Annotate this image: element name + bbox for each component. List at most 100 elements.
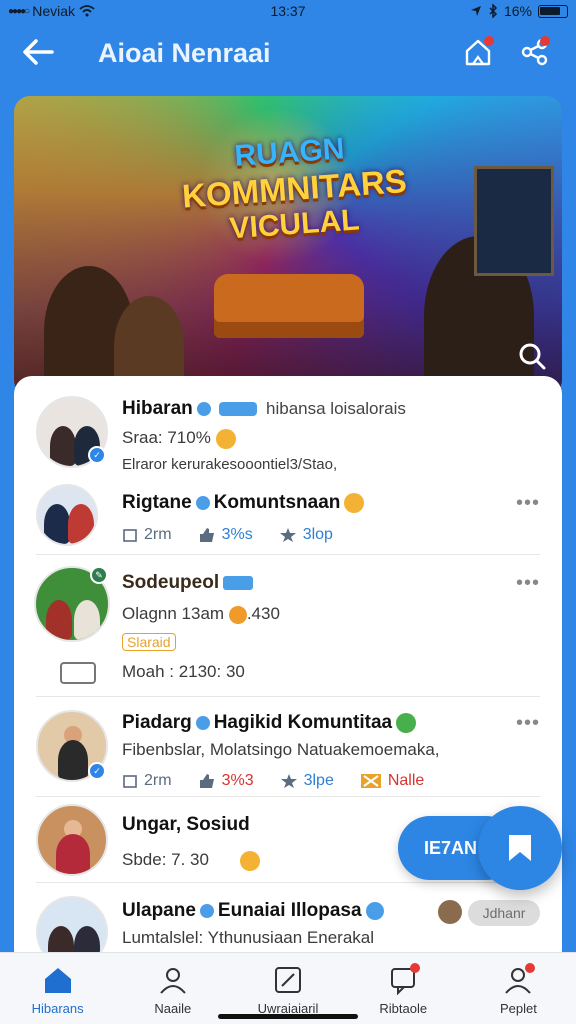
tab-label: Hibarans [31,1001,84,1016]
likes-meta[interactable]: 3%s [198,526,253,544]
tv-icon [60,662,96,684]
item-line-text: Sbde: 7. 30 [122,850,209,869]
clock-icon [123,529,137,542]
tab-profile[interactable]: Naaile [115,953,230,1024]
label-chip-icon [223,575,254,590]
item-title-extra: hibansa loisalorais [266,399,406,418]
notifications-button[interactable] [460,34,496,70]
time-value: 2rm [144,526,172,543]
avatar-figure [68,504,94,544]
tab-home[interactable]: Hibarans [0,953,115,1024]
share-dot [540,36,550,46]
item-title-text: Sodeupeol [122,572,220,593]
verified-icon [195,495,210,510]
more-options-button[interactable]: ••• [516,492,540,515]
notification-dot [484,36,494,46]
banner-sofa [214,274,364,338]
join-button[interactable]: Jdhanr [468,900,540,926]
info-icon [365,901,384,920]
item-schedule: Moah : 2130: 30 [122,662,245,681]
bookmark-fab-button[interactable] [478,806,562,890]
time-meta: 2rm [122,772,172,790]
item-title-text: Ulapane [122,900,196,921]
bookmark-icon [509,835,531,861]
time-value: 2rm [144,772,172,789]
smile-emoji-icon [215,428,236,449]
stars-meta[interactable]: 3lpe [280,772,334,790]
account-icon [501,963,536,997]
list-item[interactable]: Ulapane Eunaiai Illopasa Jdhanr Lumtalsle… [14,892,562,956]
flag-meta[interactable]: Nalle [360,772,424,790]
avatar-figure [74,600,100,640]
list-item[interactable]: ✓ Piadarg Hagikid Komuntitaa ••• Fibenbsl… [14,706,562,810]
verified-badge-icon: ✓ [88,446,106,464]
wifi-icon [79,5,95,17]
divider [36,796,540,797]
avatar-figure [58,740,88,780]
tab-label: Naaile [154,1001,192,1016]
list-item[interactable]: ✎ Sodeupeol ••• Olagnn 13am .430 Slaraid… [14,564,562,698]
signal-icon: ●●●●○ [8,5,30,17]
stars-value: 3lop [302,526,333,543]
person-icon [156,963,190,997]
tab-account[interactable]: Peplet [461,953,576,1024]
verified-icon [195,715,210,730]
time-meta: 2rm [122,526,172,544]
item-title-text: Ungar, Sosiud [122,814,250,835]
smile-emoji-icon [344,492,365,513]
badge-dot [410,963,421,973]
badge-dot [525,963,536,973]
tab-messages[interactable]: Ribtaole [346,953,461,1024]
home-indicator [218,1014,358,1019]
item-title: Piadarg Hagikid Komuntitaa [122,712,417,734]
hero-banner[interactable]: RUAGN KOMMNITARS VICULAL [14,96,562,396]
avatar [36,804,108,876]
smile-emoji-icon [239,850,260,871]
item-line: Olagnn 13am .430 [122,604,280,624]
item-title-suffix: Hagikid Komuntitaa [213,712,393,733]
stars-meta[interactable]: 3lop [279,526,333,544]
chat-badge-icon: ✎ [90,566,108,584]
item-title-suffix: Eunaiai Illopasa [217,900,362,921]
mini-avatar [438,900,462,924]
tab-label: Ribtaole [379,1001,428,1016]
share-button[interactable] [516,34,552,70]
avatar-figure [56,834,90,874]
tab-label: Peplet [499,1001,537,1016]
divider [36,882,540,883]
avatar-figure [44,504,70,544]
likes-meta[interactable]: 3%3 [198,772,254,790]
list-item[interactable]: Rigtane Komuntsnaan ••• 2rm 3%s 3lop [14,480,562,558]
cross-flag-icon [360,774,381,788]
item-title: Ulapane Eunaiai Illopasa [122,900,388,922]
top-app-bar: Aioai Nenraai [0,22,576,84]
chat-icon [386,963,421,997]
item-line: Fibenbslar, Molatsingo Natuakemoemaka, [122,740,440,759]
item-line-value: .430 [246,604,280,623]
banner-search-button[interactable] [514,338,550,374]
more-options-button[interactable]: ••• [516,572,540,595]
item-title: Sodeupeol [122,572,257,594]
battery-percent: 16% [503,3,532,19]
more-options-button[interactable]: ••• [516,712,540,735]
item-line: Lumtalslel: Ythunusiaan Enerakal [122,928,375,947]
green-emoji-icon [396,712,417,733]
item-line: Sbde: 7. 30 [122,850,260,871]
thumbs-up-icon [199,528,214,542]
compose-pill-label: IE7AN [424,837,478,858]
item-tag-row: Slaraid [122,632,176,652]
status-left: ●●●●○ Neviak [8,3,95,19]
item-title-text: Hibaran [122,398,193,419]
item-title-suffix: Komuntsnaan [213,492,341,513]
item-title: Hibaran hibansa loisalorais [122,398,406,420]
item-meta: 2rm 3%3 3lpe Nalle [122,772,424,790]
back-button[interactable] [18,34,58,70]
item-subline: Elraror kerurakesooontiel3/Stao, [122,456,338,473]
likes-value: 3%3 [221,772,254,789]
item-title: Rigtane Komuntsnaan [122,492,365,514]
list-item[interactable]: ✓ Hibaran hibansa loisalorais Sraa: 710%… [14,394,562,480]
status-tag: Slaraid [122,633,176,651]
search-icon [519,343,546,370]
verified-icon [199,903,214,918]
back-arrow-icon [23,39,54,65]
